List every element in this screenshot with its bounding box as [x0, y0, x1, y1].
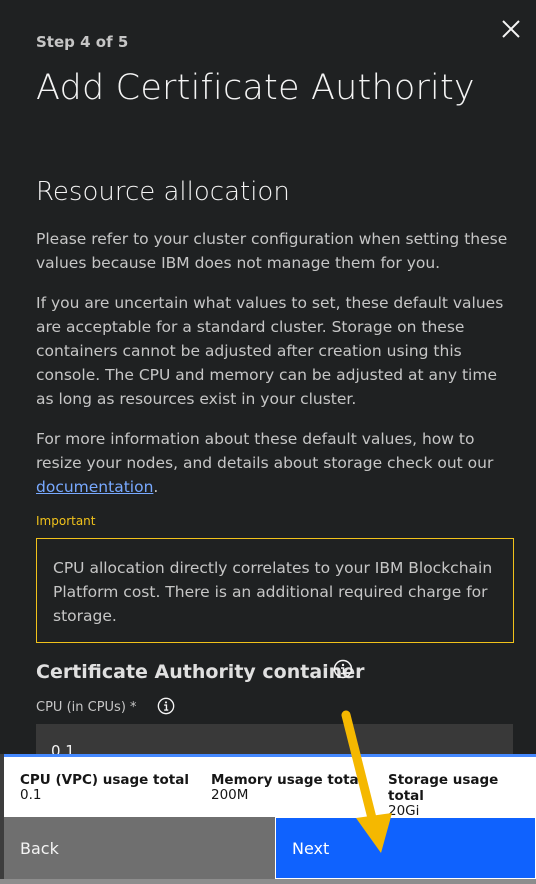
- intro-paragraph: Please refer to your cluster configurati…: [36, 230, 508, 272]
- cpu-usage-title: CPU (VPC) usage total: [20, 772, 189, 788]
- important-text: CPU allocation directly correlates to yo…: [53, 559, 493, 625]
- back-button[interactable]: Back: [4, 817, 275, 879]
- section-title: Resource allocation: [36, 177, 290, 207]
- side-panel: Step 4 of 5 Add Certificate Authority Re…: [0, 0, 536, 884]
- storage-usage: Storage usage total 20Gi: [388, 772, 536, 818]
- more-info-text: For more information about these default…: [36, 430, 494, 472]
- important-label: Important: [36, 514, 96, 528]
- defaults-paragraph: If you are uncertain what values to set,…: [36, 294, 504, 408]
- cpu-usage: CPU (VPC) usage total 0.1: [20, 772, 189, 802]
- documentation-link[interactable]: documentation: [36, 478, 153, 496]
- close-icon[interactable]: [502, 20, 520, 38]
- more-info-end: .: [153, 478, 159, 496]
- cpu-info-icon[interactable]: [157, 697, 175, 715]
- memory-usage: Memory usage total 200M: [211, 772, 363, 802]
- storage-usage-value: 20Gi: [388, 803, 420, 819]
- next-button[interactable]: Next: [275, 817, 536, 879]
- info-icon[interactable]: [333, 659, 353, 679]
- memory-usage-title: Memory usage total: [211, 772, 364, 788]
- storage-usage-title: Storage usage total: [388, 772, 499, 804]
- memory-usage-value: 200M: [211, 787, 249, 803]
- bottom-strip: [0, 879, 536, 884]
- container-title: Certificate Authority container: [36, 661, 365, 683]
- close-button[interactable]: [498, 16, 524, 42]
- more-info-paragraph: For more information about these default…: [36, 427, 516, 499]
- cpu-usage-value: 0.1: [20, 787, 42, 803]
- important-notice: CPU allocation directly correlates to yo…: [36, 538, 514, 643]
- cpu-label: CPU (in CPUs) *: [36, 700, 137, 715]
- page-title: Add Certificate Authority: [36, 68, 475, 108]
- step-indicator: Step 4 of 5: [36, 33, 129, 51]
- usage-summary: CPU (VPC) usage total 0.1 Memory usage t…: [4, 754, 536, 818]
